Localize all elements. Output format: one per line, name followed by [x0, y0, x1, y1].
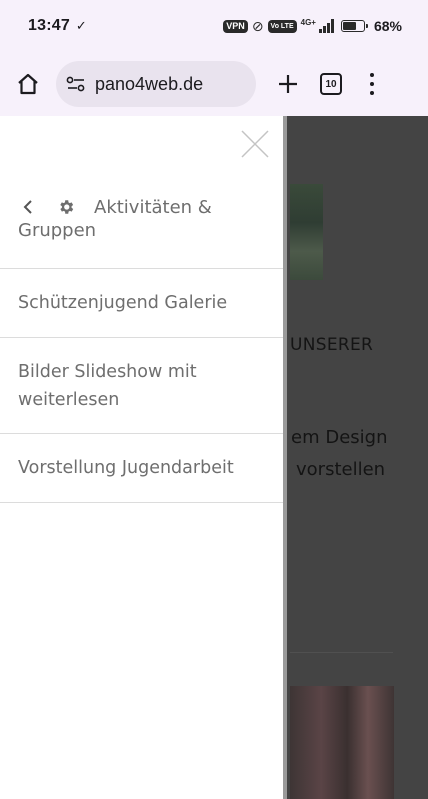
- url-text: pano4web.de: [95, 73, 204, 94]
- menu-item-label: Bilder Slideshow mit: [18, 362, 197, 382]
- bg-text-line: em Design: [291, 427, 388, 448]
- volte-icon: Vo LTE: [267, 19, 297, 33]
- close-button[interactable]: [241, 130, 269, 158]
- church-photo: [290, 686, 394, 799]
- website-background: UNSERER em Design vorstellen: [287, 116, 428, 799]
- new-tab-button[interactable]: [274, 70, 302, 98]
- browser-toolbar: pano4web.de 10: [0, 52, 428, 116]
- bg-heading: UNSERER: [290, 335, 374, 355]
- tab-switcher-button[interactable]: 10: [320, 73, 342, 95]
- address-bar[interactable]: pano4web.de: [56, 61, 256, 107]
- status-icons: VPN ⊘ Vo LTE 4G+ 68%: [223, 18, 402, 35]
- close-icon: [241, 130, 269, 158]
- group-photo: [290, 184, 323, 280]
- navigation-drawer: Aktivitäten & Gruppen Schützenjugend Gal…: [0, 116, 287, 799]
- battery-icon: [340, 20, 368, 32]
- gear-icon: [60, 200, 74, 214]
- status-check-icon: ✓: [75, 18, 87, 33]
- menu-item-bilder-slideshow[interactable]: Bilder Slideshow mit weiterlesen: [0, 338, 283, 434]
- home-icon: [18, 73, 38, 95]
- menu-item-label: Schützenjugend Galerie: [18, 293, 228, 313]
- bg-divider: [290, 652, 393, 653]
- plus-icon: [279, 75, 297, 93]
- submenu-header[interactable]: Aktivitäten & Gruppen: [0, 192, 283, 269]
- menu-item-schuetzenjugend-galerie[interactable]: Schützenjugend Galerie: [0, 269, 283, 338]
- submenu-title-line2: Gruppen: [18, 220, 97, 241]
- vpn-icon: VPN: [223, 19, 248, 33]
- bg-text-line: vorstellen: [296, 459, 386, 480]
- signal-icon: [318, 19, 334, 33]
- site-settings-icon: [66, 76, 85, 92]
- menu-item-label: Vorstellung Jugendarbeit: [18, 458, 234, 478]
- status-bar: 13:47 ✓ VPN ⊘ Vo LTE 4G+ 68%: [0, 0, 428, 52]
- menu-item-vorstellung-jugendarbeit[interactable]: Vorstellung Jugendarbeit: [0, 434, 283, 503]
- submenu-title: Aktivitäten &: [94, 196, 212, 218]
- menu-item-label-line2: weiterlesen: [18, 390, 120, 410]
- status-time: 13:47: [28, 17, 70, 34]
- home-button[interactable]: [14, 70, 42, 98]
- link-icon: ⊘: [251, 17, 264, 34]
- network-type-label: 4G+: [300, 17, 316, 27]
- battery-percent: 68%: [373, 18, 402, 34]
- more-menu-icon[interactable]: [369, 73, 375, 95]
- back-chevron-icon[interactable]: [22, 200, 34, 214]
